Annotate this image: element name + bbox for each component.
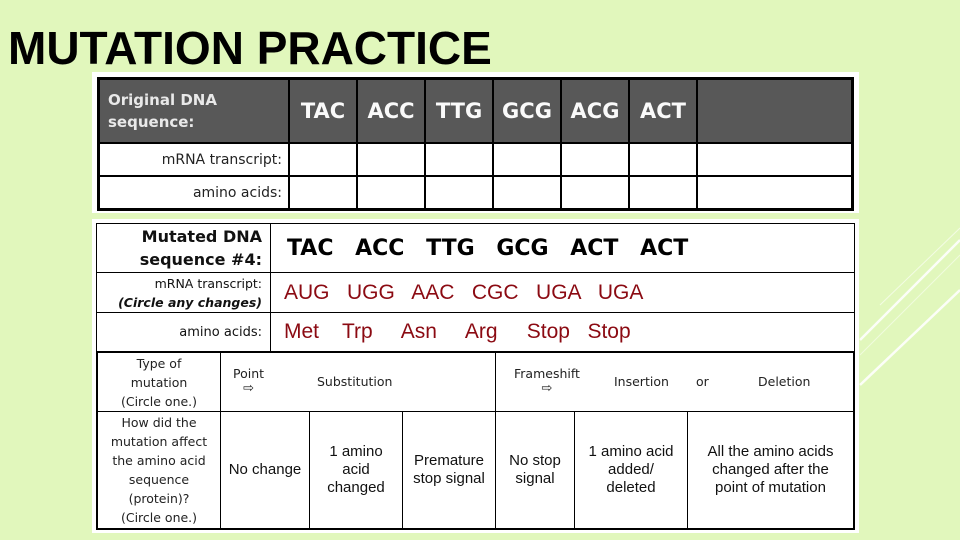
effect-label-line: sequence [128, 472, 190, 487]
amino-answer-cell[interactable] [560, 175, 630, 211]
substitution-option[interactable]: Substitution [317, 374, 392, 389]
mutated-dna-table: Mutated DNA sequence #4: TAC ACC TTG GCG… [96, 223, 855, 530]
mutated-dna-row: Mutated DNA sequence #4: TAC ACC TTG GCG… [96, 223, 855, 273]
original-amino-row: amino acids: [97, 175, 854, 211]
mutated-mrna-sequence: AUG UGG AAC CGC UGA UGA [270, 272, 855, 313]
frameshift-mutation-cell: Frameshift ⇨ Insertion or Deletion [495, 352, 854, 412]
right-arrow-icon: ⇨ [243, 381, 254, 396]
effect-question-label: How did the mutation affect the amino ac… [97, 411, 221, 529]
amino-answer-cell[interactable] [628, 175, 698, 211]
amino-answer-cell[interactable] [288, 175, 358, 211]
effect-row: How did the mutation affect the amino ac… [97, 411, 854, 529]
mutated-dna-sequence: TAC ACC TTG GCG ACT ACT [270, 223, 855, 273]
mrna-answer-cell[interactable] [356, 142, 426, 177]
page-title: MUTATION PRACTICE [8, 22, 492, 74]
option-text: 1 amino acid [588, 443, 674, 460]
mutated-dna-label-line2: sequence #4: [139, 250, 262, 269]
mutated-dna-label: Mutated DNA sequence #4: [96, 223, 271, 273]
deletion-option[interactable]: Deletion [758, 374, 810, 389]
amino-answer-cell[interactable] [424, 175, 494, 211]
option-text: stop signal [413, 470, 485, 487]
mrna-answer-cell[interactable] [560, 142, 630, 177]
original-dna-label: Original DNA sequence: [97, 77, 290, 144]
amino-acids-label: amino acids: [97, 175, 290, 211]
effect-label-line: the amino acid [112, 453, 206, 468]
mrna-transcript-label: mRNA transcript: [97, 142, 290, 177]
mutated-dna-panel: Mutated DNA sequence #4: TAC ACC TTG GCG… [92, 219, 859, 533]
option-text: point of mutation [715, 479, 826, 496]
mutated-amino-row: amino acids: Met Trp Asn Arg Stop Stop [96, 312, 855, 352]
right-arrow-icon: ⇨ [541, 381, 553, 396]
codon-cell: GCG [492, 77, 562, 144]
type-label-line3: (Circle one.) [120, 393, 198, 409]
original-dna-label-line1: Original DNA [108, 91, 217, 109]
effect-label-line: (protein)? [128, 491, 190, 506]
type-of-mutation-row: Type of mutation (Circle one.) Point ⇨ S… [97, 352, 854, 412]
codon-cell: TTG [424, 77, 494, 144]
mrna-answer-cell[interactable] [628, 142, 698, 177]
option-text: changed after the [712, 461, 829, 478]
mrna-answer-cell[interactable] [492, 142, 562, 177]
effect-option-premature-stop[interactable]: Premature stop signal [402, 411, 496, 529]
option-text: changed [327, 479, 385, 496]
mrna-answer-cell[interactable] [424, 142, 494, 177]
option-text: No stop [509, 452, 561, 469]
frameshift-label[interactable]: Frameshift [514, 366, 580, 381]
effect-option-one-changed[interactable]: 1 amino acid changed [309, 411, 403, 529]
effect-option-added-deleted[interactable]: 1 amino acid added/ deleted [574, 411, 688, 529]
effect-label-line: mutation affect [110, 434, 208, 449]
amino-answer-cell[interactable] [696, 175, 854, 211]
mutated-amino-sequence: Met Trp Asn Arg Stop Stop [270, 312, 855, 352]
type-of-mutation-label: Type of mutation (Circle one.) [97, 352, 221, 412]
mrna-answer-cell[interactable] [696, 142, 854, 177]
mutated-mrna-row: m​RNA transcript: (Circle any changes) A… [96, 272, 855, 313]
option-text: All the amino acids [707, 443, 834, 460]
mutation-analysis-table: Type of mutation (Circle one.) Point ⇨ S… [97, 352, 854, 529]
point-label[interactable]: Point [233, 366, 264, 381]
codon-cell-empty [696, 77, 854, 144]
codon-cell: ACG [560, 77, 630, 144]
type-label-line2: mutation [130, 374, 188, 390]
or-label: or [696, 374, 709, 389]
effect-option-no-change[interactable]: No change [220, 411, 310, 529]
original-dna-panel: Original DNA sequence: TAC ACC TTG GCG A… [92, 72, 859, 213]
effect-option-all-changed[interactable]: All the amino acids changed after the po… [687, 411, 854, 529]
option-text: deleted [606, 479, 656, 496]
effect-label-line: How did the [121, 415, 197, 430]
mutation-analysis-row: Type of mutation (Circle one.) Point ⇨ S… [97, 352, 855, 530]
option-text: added/ [608, 461, 654, 478]
codon-cell: ACT [628, 77, 698, 144]
codon-cell: TAC [288, 77, 358, 144]
amino-answer-cell[interactable] [356, 175, 426, 211]
mutated-mrna-label: m​RNA transcript: (Circle any changes) [96, 272, 271, 313]
codon-cell: ACC [356, 77, 426, 144]
original-mrna-row: mRNA transcript: [97, 142, 854, 177]
circle-changes-note: (Circle any changes) [97, 293, 262, 312]
effect-option-no-stop[interactable]: No stop signal [495, 411, 575, 529]
option-text: signal [515, 470, 555, 487]
option-text: No change [228, 461, 302, 478]
type-label-line1: Type of [136, 355, 182, 371]
option-text: 1 amino [329, 443, 383, 460]
original-dna-label-line2: sequence: [108, 113, 195, 131]
mutated-dna-label-line1: Mutated DNA [141, 227, 262, 246]
original-dna-row: Original DNA sequence: TAC ACC TTG GCG A… [97, 77, 854, 144]
mutated-amino-label: amino acids: [96, 312, 271, 352]
effect-label-line: (Circle one.) [120, 510, 198, 525]
circle-changes-note-text: (Circle any changes) [118, 294, 262, 310]
option-text: acid [342, 461, 370, 478]
mrna-answer-cell[interactable] [288, 142, 358, 177]
mrna-transcript-label: m​RNA transcript: [154, 275, 262, 291]
mutation-analysis-container: Type of mutation (Circle one.) Point ⇨ S… [97, 352, 855, 530]
point-option[interactable]: Point ⇨ [233, 366, 264, 396]
point-mutation-cell: Point ⇨ Substitution [220, 352, 496, 412]
frameshift-option[interactable]: Frameshift ⇨ [514, 366, 580, 396]
insertion-option[interactable]: Insertion [614, 374, 669, 389]
amino-answer-cell[interactable] [492, 175, 562, 211]
original-dna-table: Original DNA sequence: TAC ACC TTG GCG A… [97, 77, 854, 211]
option-text: Premature [413, 452, 485, 469]
